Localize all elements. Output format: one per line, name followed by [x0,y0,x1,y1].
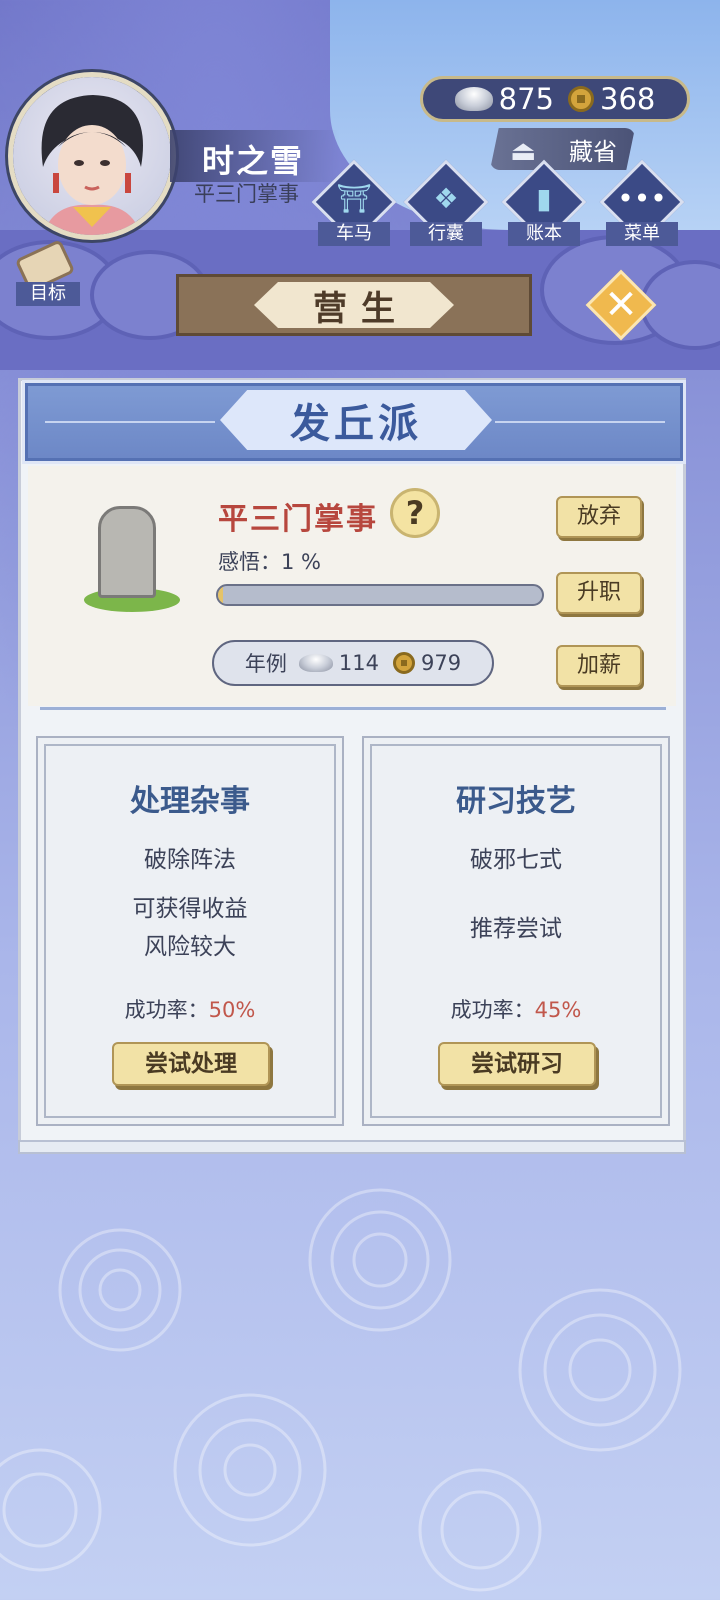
raise-salary-button[interactable]: 加薪 [556,645,642,687]
annual-salary: 年例 114 979 [212,640,494,686]
more-icon: ••• [617,182,667,215]
success-rate-value: 45% [534,998,582,1022]
bundle-icon: ❖ [433,182,459,215]
insight-progress-bar [216,584,544,606]
flat-iron-icon: ⏏ [510,134,537,167]
divider [40,707,666,710]
try-handle-button[interactable]: 尝试处理 [112,1042,270,1086]
carriage-icon: ⛩ [336,182,372,215]
card-title: 研习技艺 [456,784,576,819]
menu-bundle-label: 行囊 [410,222,482,246]
success-rate-value: 50% [208,998,256,1022]
task-card-chores: 处理杂事 破除阵法 可获得收益 风险较大 成功率：50% 尝试处理 [36,736,344,1126]
player-rank: 平三门掌事 [194,182,299,206]
help-button[interactable]: ? [390,488,440,538]
menu-carriage[interactable]: ⛩ 车马 [311,159,397,246]
screen-title-banner: 营生 [176,274,532,336]
ledger-icon: ▮ [536,182,552,215]
card-desc-line: 风险较大 [144,934,236,960]
swirl-pattern [0,1188,682,1592]
close-icon[interactable]: ✕ [596,280,646,330]
copper-amount: 368 [600,82,656,116]
screen-title: 营生 [254,282,454,328]
card-title: 处理杂事 [130,784,250,819]
try-study-button[interactable]: 尝试研习 [438,1042,596,1086]
salary-silver: 114 [338,651,379,675]
silver-amount: 875 [498,82,554,116]
silver-ingot-icon [454,87,493,111]
panel-bottom-edge [18,1140,686,1154]
insight-progress-fill [218,586,223,604]
insight-label: 感悟：1 % [218,550,321,574]
currency-bar[interactable]: 875 368 [420,76,690,122]
success-rate-label: 成功率： [124,998,209,1022]
success-rate-label: 成功率： [450,998,535,1022]
card-subtitle: 破除阵法 [144,847,236,873]
salary-label: 年例 [244,652,287,676]
collection-button[interactable]: ⏏ 藏省 [490,128,635,170]
success-rate: 成功率：50% [38,994,342,1024]
promote-button[interactable]: 升职 [556,572,642,614]
collection-label: 藏省 [569,137,617,166]
goal-button[interactable]: 目标 [12,239,82,308]
menu-ledger[interactable]: ▮ 账本 [501,159,587,246]
card-subtitle: 破邪七式 [470,847,562,873]
menu-more[interactable]: ••• 菜单 [599,159,685,246]
success-rate: 成功率：45% [364,994,668,1024]
menu-ledger-label: 账本 [508,222,580,246]
goal-label: 目标 [16,282,80,306]
copper-coin-icon [393,652,415,674]
card-desc-line: 可获得收益 [132,896,248,922]
player-name: 时之雪 [202,142,305,180]
menu-more-label: 菜单 [606,222,678,246]
menu-carriage-label: 车马 [318,222,390,246]
silver-ingot-icon [298,654,333,672]
position-title: 平三门掌事 [218,502,378,537]
salary-copper: 979 [421,651,462,675]
character-portrait [41,95,143,235]
avatar[interactable] [8,72,176,240]
task-card-study: 研习技艺 破邪七式 推荐尝试 成功率：45% 尝试研习 [362,736,670,1126]
section-title: 发丘派 [220,390,492,450]
copper-coin-icon [568,86,594,112]
tombstone-icon [84,506,180,616]
card-desc-line: 推荐尝试 [470,916,562,942]
menu-bundle[interactable]: ❖ 行囊 [403,159,489,246]
abandon-button[interactable]: 放弃 [556,496,642,538]
